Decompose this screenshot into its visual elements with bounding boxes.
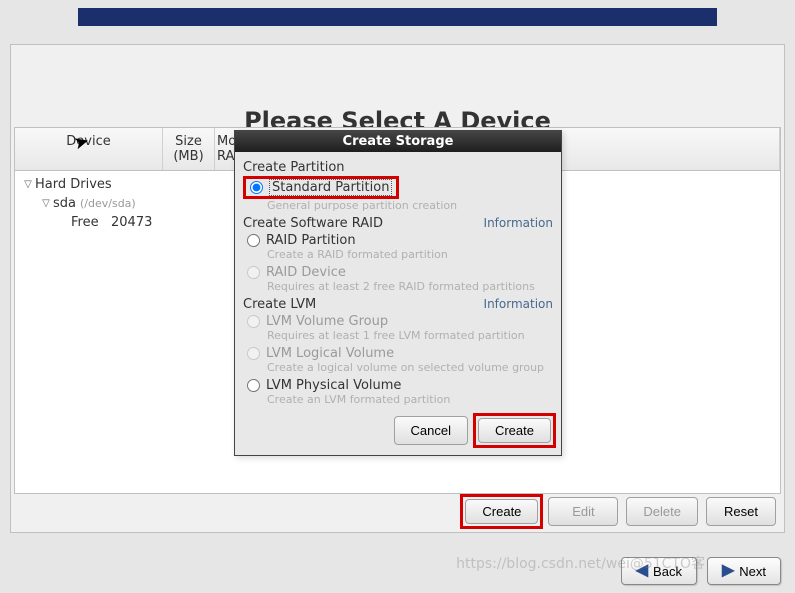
radio-raid-device: RAID Device — [243, 263, 553, 280]
next-button[interactable]: ▶ Next — [707, 557, 781, 585]
tree-path: (/dev/sda) — [80, 197, 136, 210]
highlight-standard-partition: Standard Partition — [243, 176, 399, 199]
radio-lvm-pv[interactable]: LVM Physical Volume — [243, 376, 553, 393]
dialog-create-button[interactable]: Create — [478, 418, 551, 443]
radio-raid-device-desc: Requires at least 2 free RAID formated p… — [243, 280, 553, 293]
panel-button-row: Create Edit Delete Reset — [463, 497, 776, 526]
col-size[interactable]: Size (MB) — [163, 128, 215, 170]
radio-lvm-lv-input — [247, 347, 260, 360]
section-create-raid: Create Software RAID Information — [243, 216, 553, 231]
radio-lvm-pv-desc: Create an LVM formated partition — [243, 393, 553, 406]
expand-icon[interactable]: ▽ — [39, 198, 53, 209]
section-create-lvm: Create LVM Information — [243, 297, 553, 312]
radio-lvm-lv-label: LVM Logical Volume — [266, 346, 394, 361]
create-storage-dialog: Create Storage Create Partition Standard… — [234, 130, 562, 456]
dialog-body: Create Partition Standard Partition Gene… — [235, 152, 561, 455]
radio-lvm-lv-desc: Create a logical volume on selected volu… — [243, 361, 553, 374]
radio-raid-partition[interactable]: RAID Partition — [243, 231, 553, 248]
tree-label: Free — [71, 215, 99, 230]
highlight-dialog-create: Create — [476, 416, 553, 445]
radio-lvm-pv-label: LVM Physical Volume — [266, 378, 401, 393]
radio-lvm-vg-desc: Requires at least 1 free LVM formated pa… — [243, 329, 553, 342]
tree-label: sda — [53, 196, 76, 211]
dialog-title: Create Storage — [235, 131, 561, 152]
radio-raid-partition-label: RAID Partition — [266, 233, 356, 248]
col-device[interactable]: Device — [15, 128, 163, 170]
highlight-create-main: Create — [463, 497, 540, 526]
edit-button: Edit — [548, 497, 618, 526]
next-arrow-icon: ▶ — [722, 563, 734, 579]
radio-lvm-vg: LVM Volume Group — [243, 312, 553, 329]
radio-standard-partition-desc: General purpose partition creation — [243, 199, 553, 212]
reset-button[interactable]: Reset — [706, 497, 776, 526]
section-create-partition: Create Partition — [243, 160, 553, 175]
radio-lvm-pv-input[interactable] — [247, 379, 260, 392]
tree-label: Hard Drives — [35, 177, 112, 192]
cancel-button[interactable]: Cancel — [394, 416, 468, 445]
radio-lvm-vg-input — [247, 315, 260, 328]
watermark: https://blog.csdn.net/wei@51CTO客 — [456, 553, 705, 573]
radio-standard-partition[interactable]: Standard Partition — [250, 179, 392, 196]
lvm-info-link[interactable]: Information — [484, 297, 553, 312]
top-header-bar — [78, 8, 717, 26]
delete-button: Delete — [626, 497, 698, 526]
radio-raid-partition-input[interactable] — [247, 234, 260, 247]
radio-lvm-vg-label: LVM Volume Group — [266, 314, 388, 329]
radio-raid-partition-desc: Create a RAID formated partition — [243, 248, 553, 261]
raid-info-link[interactable]: Information — [484, 216, 553, 231]
radio-standard-partition-label: Standard Partition — [269, 179, 392, 196]
radio-lvm-lv: LVM Logical Volume — [243, 344, 553, 361]
radio-standard-partition-input[interactable] — [250, 181, 263, 194]
free-size: 20473 — [111, 215, 152, 230]
expand-icon[interactable]: ▽ — [21, 179, 35, 190]
radio-raid-device-input — [247, 266, 260, 279]
create-button[interactable]: Create — [465, 499, 538, 524]
radio-raid-device-label: RAID Device — [266, 265, 346, 280]
next-label: Next — [739, 564, 766, 579]
dialog-button-row: Cancel Create — [243, 408, 553, 445]
